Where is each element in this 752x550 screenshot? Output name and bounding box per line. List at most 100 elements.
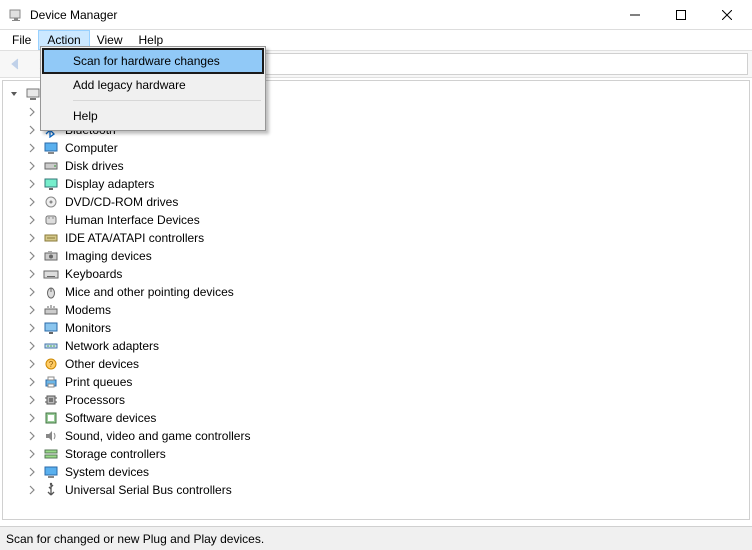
chevron-right-icon[interactable] [25,231,39,245]
chevron-right-icon[interactable] [25,195,39,209]
tree-item[interactable]: Network adapters [25,337,749,355]
mouse-icon [43,284,59,300]
chevron-right-icon[interactable] [25,213,39,227]
computer-icon [43,140,59,156]
tree-item[interactable]: Modems [25,301,749,319]
menu-help-item[interactable]: Help [43,104,263,128]
device-tree: Batteries BluetoothComputerDisk drivesDi… [2,80,750,520]
tree-item-label: Human Interface Devices [65,213,200,227]
usb-icon [43,482,59,498]
tree-item[interactable]: ? Other devices [25,355,749,373]
chevron-right-icon[interactable] [25,105,39,119]
printer-icon [43,374,59,390]
window-title: Device Manager [30,8,612,22]
tree-item[interactable]: Mice and other pointing devices [25,283,749,301]
sound-icon [43,428,59,444]
maximize-button[interactable] [658,0,704,30]
hid-icon [43,212,59,228]
window-buttons [612,0,750,30]
tree-item-label: Display adapters [65,177,154,191]
tree-item-label: Disk drives [65,159,124,173]
tree-item[interactable]: IDE ATA/ATAPI controllers [25,229,749,247]
app-icon [8,7,24,23]
tree-item[interactable]: Storage controllers [25,445,749,463]
tree-item-label: Storage controllers [65,447,166,461]
menu-scan-hardware[interactable]: Scan for hardware changes [43,49,263,73]
chevron-right-icon[interactable] [25,267,39,281]
keyboard-icon [43,266,59,282]
back-button[interactable] [4,52,28,76]
tree-item-label: Keyboards [65,267,122,281]
menu-file[interactable]: File [4,31,39,49]
chevron-right-icon[interactable] [25,123,39,137]
tree-item-label: DVD/CD-ROM drives [65,195,178,209]
tree-item-label: Other devices [65,357,139,371]
tree-item-label: Universal Serial Bus controllers [65,483,232,497]
svg-text:?: ? [49,360,54,369]
tree-item[interactable]: Sound, video and game controllers [25,427,749,445]
titlebar: Device Manager [0,0,752,30]
menu-separator [73,100,261,101]
tree-item-label: Computer [65,141,118,155]
tree-item[interactable]: Display adapters [25,175,749,193]
tree-item[interactable]: Human Interface Devices [25,211,749,229]
chevron-right-icon[interactable] [25,375,39,389]
software-icon [43,410,59,426]
tree-item[interactable]: Keyboards [25,265,749,283]
tree-item[interactable]: Processors [25,391,749,409]
modem-icon [43,302,59,318]
dvd-icon [43,194,59,210]
tree-item-label: Monitors [65,321,111,335]
tree-item[interactable]: DVD/CD-ROM drives [25,193,749,211]
chevron-right-icon[interactable] [25,483,39,497]
chevron-right-icon[interactable] [25,285,39,299]
tree-item-label: Imaging devices [65,249,152,263]
menu-add-legacy[interactable]: Add legacy hardware [43,73,263,97]
tree-item-label: IDE ATA/ATAPI controllers [65,231,204,245]
system-icon [43,464,59,480]
chevron-right-icon[interactable] [25,411,39,425]
ide-icon [43,230,59,246]
chevron-right-icon[interactable] [25,249,39,263]
chevron-right-icon[interactable] [25,141,39,155]
action-dropdown: Scan for hardware changes Add legacy har… [40,46,266,131]
imaging-icon [43,248,59,264]
chevron-down-icon[interactable] [7,87,21,101]
chevron-right-icon[interactable] [25,321,39,335]
tree-item[interactable]: Universal Serial Bus controllers [25,481,749,499]
cpu-icon [43,392,59,408]
chevron-right-icon[interactable] [25,447,39,461]
other-icon: ? [43,356,59,372]
chevron-right-icon[interactable] [25,429,39,443]
tree-item[interactable]: Computer [25,139,749,157]
network-icon [43,338,59,354]
statusbar: Scan for changed or new Plug and Play de… [0,526,752,550]
display-icon [43,176,59,192]
tree-item[interactable]: Software devices [25,409,749,427]
minimize-button[interactable] [612,0,658,30]
disk-icon [43,158,59,174]
tree-item-label: Software devices [65,411,156,425]
tree-item-label: Network adapters [65,339,159,353]
storage-icon [43,446,59,462]
chevron-right-icon[interactable] [25,339,39,353]
computer-root-icon [25,86,41,102]
tree-item[interactable]: Monitors [25,319,749,337]
close-button[interactable] [704,0,750,30]
tree-item-label: Processors [65,393,125,407]
tree-item-label: Sound, video and game controllers [65,429,250,443]
chevron-right-icon[interactable] [25,303,39,317]
tree-item-label: Modems [65,303,111,317]
tree-item[interactable]: System devices [25,463,749,481]
chevron-right-icon[interactable] [25,465,39,479]
chevron-right-icon[interactable] [25,393,39,407]
tree-item[interactable]: Print queues [25,373,749,391]
tree-item-label: Print queues [65,375,132,389]
chevron-right-icon[interactable] [25,357,39,371]
tree-item[interactable]: Imaging devices [25,247,749,265]
statusbar-text: Scan for changed or new Plug and Play de… [6,532,264,546]
tree-item[interactable]: Disk drives [25,157,749,175]
tree-item-label: Mice and other pointing devices [65,285,234,299]
chevron-right-icon[interactable] [25,177,39,191]
chevron-right-icon[interactable] [25,159,39,173]
